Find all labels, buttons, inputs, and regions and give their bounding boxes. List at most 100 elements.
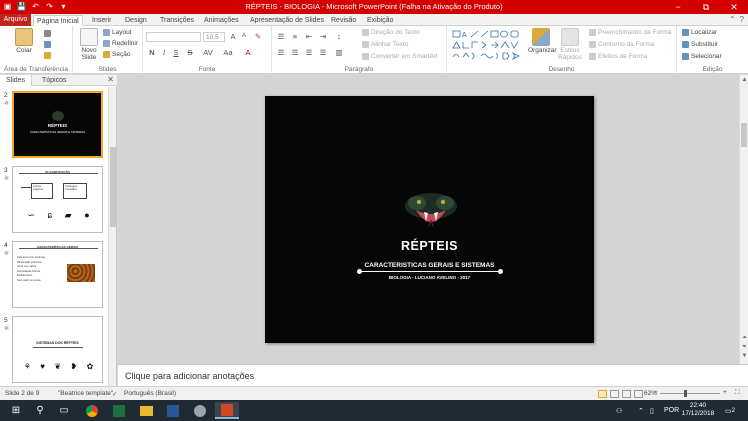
network-icon[interactable]: ▯	[650, 400, 654, 421]
notification-center[interactable]: ▭ 2	[725, 400, 735, 421]
reset-button[interactable]: Redefinir	[103, 40, 138, 47]
restore-button[interactable]: ⧉	[692, 0, 720, 14]
align-center-button[interactable]: ☰	[290, 48, 300, 57]
chrome-icon[interactable]	[80, 402, 104, 419]
font-size-box[interactable]: 10.5	[203, 32, 225, 42]
change-case-button[interactable]: Aa	[221, 48, 235, 57]
justify-button[interactable]: ☰	[318, 48, 328, 57]
convert-smartart-button[interactable]: Converter em SmartArt	[362, 53, 438, 60]
tab-transitions[interactable]: Transições	[157, 15, 197, 26]
align-right-button[interactable]: ☰	[304, 48, 314, 57]
tab-review[interactable]: Revisão	[328, 15, 359, 26]
scroll-up-icon[interactable]: ▲	[740, 77, 748, 83]
clear-format-button[interactable]: ✎	[253, 32, 263, 41]
help-icon[interactable]: ?	[740, 15, 744, 24]
sorter-view-icon[interactable]	[610, 390, 619, 398]
zoom-in-icon[interactable]: +	[723, 389, 727, 396]
bullets-button[interactable]: ☰	[276, 32, 286, 41]
align-text-button[interactable]: Alinhar Texto	[362, 41, 408, 48]
font-color-button[interactable]: A	[243, 48, 253, 57]
scroll-down-icon[interactable]: ▼	[740, 353, 748, 359]
input-language[interactable]: POR	[664, 400, 679, 421]
shrink-font-button[interactable]: A	[239, 33, 249, 39]
tab-file[interactable]: Arquivo	[0, 14, 31, 26]
font-family-box[interactable]	[146, 32, 201, 42]
tab-slideshow[interactable]: Apresentação de Slides	[247, 15, 327, 26]
zoom-slider-knob[interactable]	[684, 390, 687, 397]
layout-button[interactable]: Layout	[103, 29, 132, 36]
slide-thumbnail-2[interactable]: RÉPTEIS CARACTERÍSTICAS GERAIS E SISTEMA…	[12, 91, 103, 158]
replace-button[interactable]: Substituir	[682, 41, 718, 48]
copy-button[interactable]	[44, 41, 51, 48]
select-button[interactable]: Selecionar	[682, 53, 722, 60]
increase-indent-button[interactable]: ⇥	[318, 32, 328, 41]
spacing-button[interactable]: AV	[201, 48, 215, 57]
language-status[interactable]: Português (Brasil)	[124, 390, 176, 397]
tab-design[interactable]: Design	[122, 15, 150, 26]
theme-name[interactable]: "Beatrice template"	[58, 390, 113, 397]
close-panel-icon[interactable]: ✕	[107, 75, 114, 84]
columns-button[interactable]: ▥	[334, 48, 344, 57]
thumbnails-scrollbar[interactable]	[108, 87, 116, 386]
bold-button[interactable]: N	[147, 48, 157, 57]
arrange-button[interactable]: Organizar	[528, 28, 557, 54]
excel-icon[interactable]	[107, 402, 131, 419]
align-left-button[interactable]: ☰	[276, 48, 286, 57]
new-slide-button[interactable]: Novo Slide	[76, 28, 102, 61]
grow-font-button[interactable]: A	[228, 32, 238, 41]
normal-view-icon[interactable]	[598, 390, 607, 398]
people-icon[interactable]: ⚇	[616, 400, 622, 421]
tab-slides[interactable]: Slides	[0, 75, 33, 86]
notes-pane[interactable]: Clique para adicionar anotações	[118, 364, 748, 386]
tab-animations[interactable]: Animações	[201, 15, 242, 26]
tab-outline[interactable]: Tópicos	[36, 75, 73, 86]
zoom-slider[interactable]	[660, 393, 720, 394]
slide-subtitle[interactable]: CARACTERISTICAS GERAIS E SISTEMAS	[265, 262, 594, 269]
minimize-button[interactable]: −	[664, 0, 692, 14]
taskview-icon[interactable]: ▭	[52, 402, 76, 419]
strikethrough-button[interactable]: S	[185, 48, 195, 57]
format-painter-button[interactable]	[44, 52, 51, 59]
tab-view[interactable]: Exibição	[364, 15, 396, 26]
zoom-out-icon[interactable]: −	[654, 389, 658, 396]
decrease-indent-button[interactable]: ⇤	[304, 32, 314, 41]
section-button[interactable]: Seção	[103, 51, 130, 58]
numbering-button[interactable]: ≡	[290, 32, 300, 41]
next-slide-icon[interactable]: ⏷	[740, 344, 748, 351]
reading-view-icon[interactable]	[622, 390, 631, 398]
powerpoint-icon[interactable]	[215, 402, 239, 419]
text-direction-button[interactable]: Direção do Texto	[362, 29, 420, 36]
clock[interactable]: 22:40 17/12/2018	[681, 402, 715, 418]
paste-button[interactable]: Colar	[11, 28, 37, 54]
fit-slide-icon[interactable]: ⛶	[735, 389, 740, 397]
cut-button[interactable]	[44, 30, 51, 37]
find-button[interactable]: Localizar	[682, 29, 717, 36]
shapes-gallery[interactable]: A	[451, 29, 523, 61]
current-slide[interactable]: RÉPTEIS CARACTERISTICAS GERAIS E SISTEMA…	[265, 96, 594, 343]
tray-chevron-icon[interactable]: ⌃	[638, 400, 644, 421]
underline-button[interactable]: S	[171, 48, 181, 57]
spellcheck-icon[interactable]: ✓	[112, 390, 117, 398]
scroll-thumb[interactable]	[741, 123, 747, 147]
slide-thumbnail-5[interactable]: SISTEMAS DOS RÉPTEIS ⚘ ♥ ❦ ❥ ✿	[12, 316, 103, 383]
disk-icon[interactable]	[188, 402, 212, 419]
tab-home[interactable]: Página Inicial	[33, 15, 83, 26]
start-icon[interactable]: ⊞	[4, 402, 28, 419]
close-button[interactable]: ✕	[720, 0, 748, 14]
minimize-ribbon-icon[interactable]: ⌃	[729, 15, 736, 24]
slide-thumbnail-3[interactable]: CLASSIFICAÇÃO Cobras, Lagartos Tartaruga…	[12, 166, 103, 233]
notes-placeholder[interactable]: Clique para adicionar anotações	[125, 371, 254, 381]
slide-author[interactable]: BIOLOGIA - LUCIANO AVELINO - 2017	[265, 275, 594, 280]
slide-title[interactable]: RÉPTEIS	[265, 239, 594, 253]
word-icon[interactable]	[161, 402, 185, 419]
shape-effects-button[interactable]: Efeitos de Forma	[589, 53, 648, 60]
slideshow-view-icon[interactable]	[634, 390, 643, 398]
shape-outline-button[interactable]: Contorno da Forma	[589, 41, 654, 48]
slide-scrollbar[interactable]: ▲ ⏶ ⏷ ▼	[739, 75, 748, 364]
shape-fill-button[interactable]: Preenchimento da Forma	[589, 29, 671, 36]
italic-button[interactable]: I	[159, 48, 169, 57]
search-icon[interactable]: ⚲	[28, 402, 52, 419]
explorer-icon[interactable]	[134, 402, 158, 419]
prev-slide-icon[interactable]: ⏶	[740, 335, 748, 342]
line-spacing-button[interactable]: ↕	[334, 32, 344, 41]
